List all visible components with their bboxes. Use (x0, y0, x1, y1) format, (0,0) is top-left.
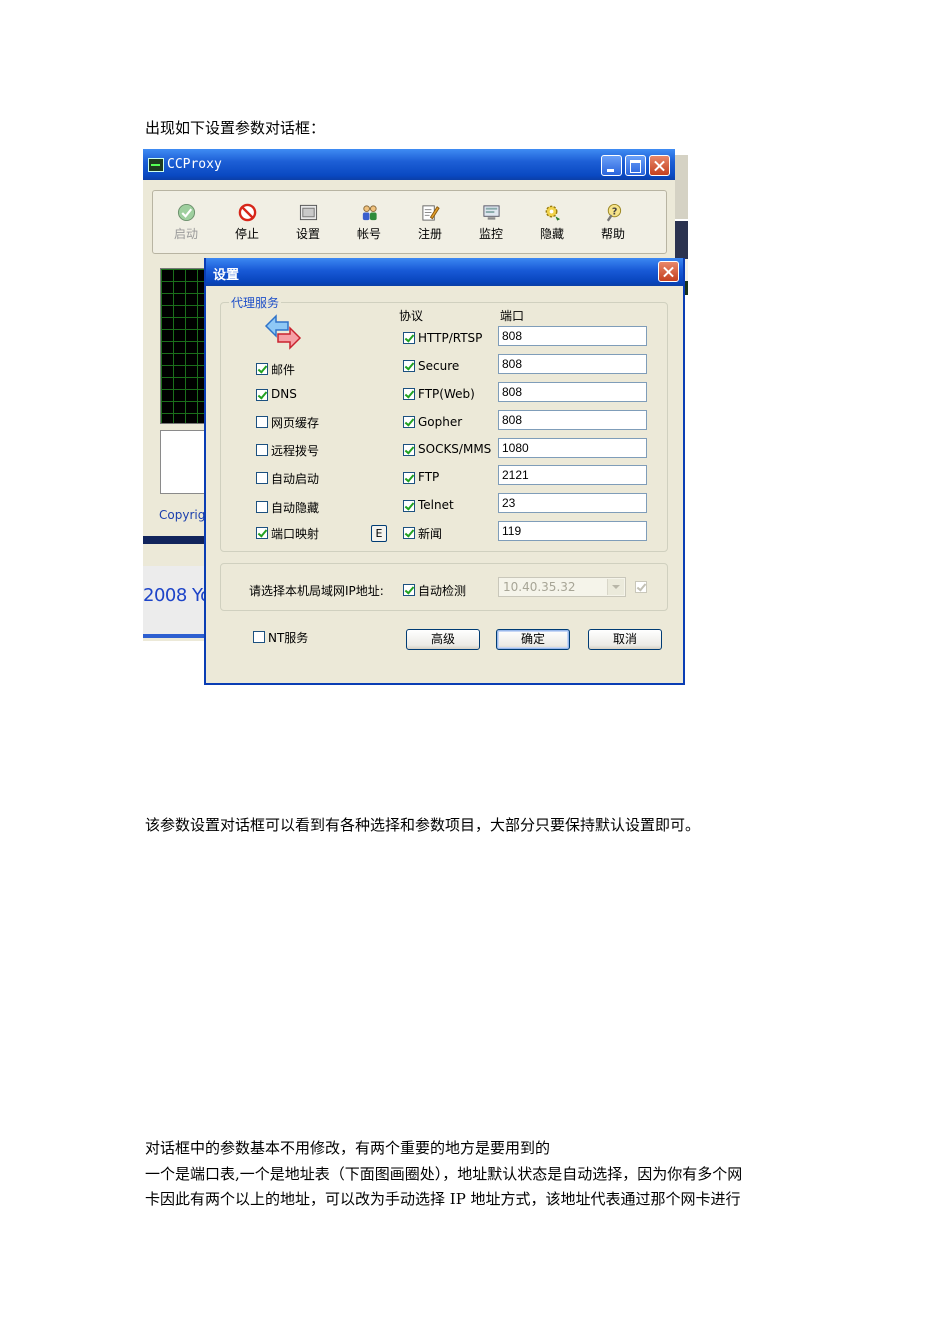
gopher-port-input[interactable] (498, 410, 647, 430)
secure-checkbox[interactable] (403, 360, 415, 372)
auto-start-checkbox[interactable] (256, 472, 268, 484)
secure-port-input[interactable] (498, 354, 647, 374)
toolbar-label: 隐藏 (539, 227, 564, 241)
ftp-port-input[interactable] (498, 465, 647, 485)
gopher-label: Gopher (418, 415, 463, 429)
advanced-button[interactable]: 高级 (406, 629, 480, 650)
secure-label: Secure (418, 359, 460, 373)
port-mapping-edit-button[interactable]: E (371, 525, 387, 542)
port-column-header: 端口 (500, 309, 525, 323)
proxy-arrows-icon (264, 314, 302, 350)
register-pencil-icon (421, 205, 440, 221)
toolbar-register-button[interactable]: 注册 (408, 203, 452, 242)
start-check-icon (177, 203, 195, 222)
body-line-3: 卡因此有两个以上的地址，可以改为手动选择 IP 地址方式，该地址代表通过那个网卡… (145, 1190, 741, 1208)
remote-dial-checkbox[interactable] (256, 444, 268, 456)
http-rtsp-port-input[interactable] (498, 326, 647, 346)
socks-mms-label: SOCKS/MMS (418, 442, 492, 456)
auto-hide-label: 自动隐藏 (271, 501, 320, 515)
main-toolbar: 启动 停止 设置 帐号 注册 监控 隐藏 ? 帮助 (152, 190, 667, 254)
telnet-port-input[interactable] (498, 493, 647, 513)
news-port-input[interactable] (498, 521, 647, 541)
hide-gear-icon (545, 205, 560, 221)
toolbar-account-button[interactable]: 帐号 (347, 203, 391, 242)
ccproxy-app-icon (148, 158, 164, 172)
dns-checkbox[interactable] (256, 389, 268, 401)
toolbar-label: 帮助 (600, 227, 625, 241)
monitor-icon (482, 205, 500, 220)
http-rtsp-label: HTTP/RTSP (418, 331, 483, 345)
telnet-label: Telnet (418, 498, 454, 512)
toolbar-label: 停止 (234, 227, 259, 241)
ftp-web-port-input[interactable] (498, 382, 647, 402)
intro-text: 出现如下设置参数对话框： (145, 119, 326, 137)
news-checkbox[interactable] (403, 527, 415, 539)
body-line-1: 对话框中的参数基本不用修改，有两个重要的地方是要用到的 (145, 1139, 551, 1157)
ftp-label: FTP (418, 470, 440, 484)
group-title: 代理服务 (229, 294, 282, 311)
mail-checkbox[interactable] (256, 363, 268, 375)
chevron-down-icon[interactable] (607, 579, 624, 595)
dialog-title: 设置 (213, 268, 240, 283)
auto-detect-label: 自动检测 (418, 584, 467, 598)
auto-hide-checkbox[interactable] (256, 501, 268, 513)
help-icon: ? (606, 203, 621, 222)
news-label: 新闻 (418, 527, 443, 541)
dialog-title-bar[interactable]: 设置 (206, 258, 683, 286)
http-rtsp-checkbox[interactable] (403, 332, 415, 344)
ip-address-select[interactable]: 10.40.35.32 (498, 577, 626, 597)
cancel-button[interactable]: 取消 (588, 629, 662, 650)
ftp-web-label: FTP(Web) (418, 387, 475, 401)
dialog-close-button[interactable] (658, 261, 679, 282)
toolbar-label: 帐号 (356, 227, 381, 241)
year-text: 2008 Yo (143, 585, 211, 606)
web-cache-label: 网页缓存 (271, 416, 320, 430)
ok-button[interactable]: 确定 (496, 629, 570, 650)
ip-address-value: 10.40.35.32 (503, 580, 576, 594)
caption-text: 该参数设置对话框可以看到有各种选择和参数项目，大部分只要保持默认设置即可。 (145, 816, 701, 834)
socks-mms-checkbox[interactable] (403, 444, 415, 456)
settings-dialog: 设置 代理服务 协议 端口 邮件 DNS 网页缓存 远程拨号 自动启动 自动隐藏… (204, 258, 685, 685)
telnet-checkbox[interactable] (403, 500, 415, 512)
stop-icon (238, 203, 256, 222)
toolbar-hide-button[interactable]: 隐藏 (530, 203, 574, 242)
account-users-icon (362, 205, 377, 221)
svg-text:?: ? (611, 206, 617, 217)
toolbar-label: 注册 (417, 227, 442, 241)
nt-service-checkbox[interactable] (253, 631, 265, 643)
toolbar-start-button[interactable]: 启动 (164, 203, 208, 242)
ftp-checkbox[interactable] (403, 472, 415, 484)
minimize-button[interactable] (601, 155, 622, 176)
toolbar-stop-button[interactable]: 停止 (225, 203, 269, 242)
main-title-bar[interactable]: CCProxy (143, 149, 675, 180)
toolbar-help-button[interactable]: ? 帮助 (591, 203, 635, 242)
dns-label: DNS (271, 387, 297, 401)
mail-label: 邮件 (271, 363, 296, 377)
toolbar-settings-button[interactable]: 设置 (286, 203, 330, 242)
close-button[interactable] (649, 155, 670, 176)
auto-start-label: 自动启动 (271, 472, 320, 486)
settings-window-icon (299, 204, 317, 221)
port-mapping-label: 端口映射 (271, 527, 320, 541)
auto-detect-checkbox[interactable] (403, 584, 415, 596)
ip-apply-checkbox (635, 581, 647, 593)
body-line-2: 一个是端口表,一个是地址表（下面图画圈处），地址默认状态是自动选择，因为你有多个… (145, 1165, 743, 1183)
nt-service-label: NT服务 (268, 631, 309, 645)
ip-address-label: 请选择本机局域网IP地址: (249, 584, 384, 598)
toolbar-monitor-button[interactable]: 监控 (469, 203, 513, 242)
web-cache-checkbox[interactable] (256, 416, 268, 428)
socks-mms-port-input[interactable] (498, 438, 647, 458)
gopher-checkbox[interactable] (403, 416, 415, 428)
port-mapping-checkbox[interactable] (256, 527, 268, 539)
ccproxy-screenshot: CCProxy 启动 停止 设置 帐号 注册 监控 隐藏 ? 帮助 Copyri… (143, 149, 688, 685)
toolbar-label: 设置 (295, 227, 320, 241)
remote-dial-label: 远程拨号 (271, 444, 320, 458)
protocol-column-header: 协议 (399, 309, 424, 323)
toolbar-label: 启动 (173, 227, 198, 241)
main-window-title: CCProxy (167, 157, 222, 172)
ftp-web-checkbox[interactable] (403, 388, 415, 400)
maximize-button[interactable] (625, 155, 646, 176)
toolbar-label: 监控 (478, 227, 503, 241)
